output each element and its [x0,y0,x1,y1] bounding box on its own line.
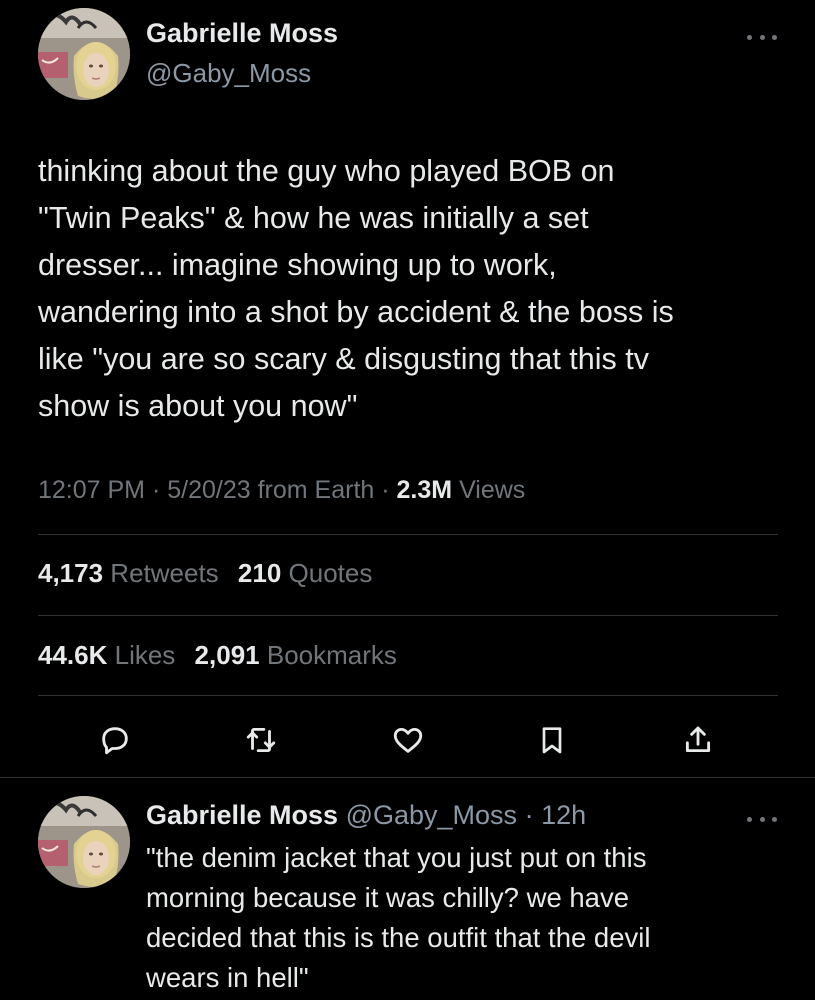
more-options-icon[interactable] [747,32,777,42]
retweet-button[interactable] [239,718,283,762]
divider [38,534,778,535]
reply-time[interactable]: 12h [541,800,586,830]
share-button[interactable] [676,718,720,762]
tweet-text-line: dresser... imagine showing up to work, [38,248,557,282]
avatar-image [38,8,130,100]
tweet-date[interactable]: 5/20/23 [167,476,250,504]
tweet-text: thinking about the guy who played BOB on… [38,148,778,430]
meta-separator: · [145,476,168,504]
like-icon [393,727,423,753]
like-button[interactable] [386,718,430,762]
more-options-icon[interactable] [747,814,777,824]
author-handle[interactable]: @Gaby_Moss [146,58,311,89]
reply-header: Gabrielle Moss @Gaby_Moss · 12h [146,800,586,831]
retweet-icon [246,727,276,753]
tweet-text-line: thinking about the guy who played BOB on [38,154,615,188]
reply-text-line: decided that this is the outfit that the… [146,922,651,953]
views-label: Views [452,476,526,504]
likes-label: Likes [107,640,176,670]
reply-button[interactable] [93,718,137,762]
tweet-source: from Earth [250,476,375,504]
retweets-count: 4,173 [38,558,104,588]
reply-text-line: "the denim jacket that you just put on t… [146,842,647,873]
reply-text-line: wears in hell" [146,962,309,993]
stats-row: 44.6K Likes 2,091 Bookmarks [38,640,409,671]
quotes-stat[interactable]: 210 Quotes [238,558,372,588]
reply-tweet[interactable]: Gabrielle Moss @Gaby_Moss · 12h "the den… [0,778,815,1000]
reply-author-name[interactable]: Gabrielle Moss [146,800,338,830]
reply-text: "the denim jacket that you just put on t… [146,838,786,998]
avatar[interactable] [38,796,130,888]
avatar[interactable] [38,8,130,100]
bookmarks-label: Bookmarks [259,640,397,670]
bookmark-icon [542,727,562,754]
quotes-count: 210 [237,558,282,588]
quotes-label: Quotes [281,558,373,588]
views-count: 2.3M [396,476,453,504]
reply-icon [102,727,128,755]
likes-stat[interactable]: 44.6K Likes [38,640,175,670]
action-bar [0,718,815,768]
retweets-label: Retweets [103,558,219,588]
reply-text-line: morning because it was chilly? we have [146,882,630,913]
divider [38,615,778,616]
tweet-text-line: like "you are so scary & disgusting that… [38,342,649,376]
tweet-text-line: show is about you now" [38,389,358,423]
avatar-image [38,796,130,888]
retweets-stat[interactable]: 4,173 Retweets [38,558,219,588]
bookmarks-count: 2,091 [194,640,260,670]
reply-author-handle[interactable]: @Gaby_Moss [346,800,517,830]
bookmarks-stat[interactable]: 2,091 Bookmarks [195,640,397,670]
meta-separator: · [374,476,397,504]
author-name[interactable]: Gabrielle Moss [146,18,338,49]
bookmark-button[interactable] [530,718,574,762]
share-icon [685,726,711,753]
tweet-text-line: wandering into a shot by accident & the … [38,295,674,329]
divider [38,695,778,696]
stats-row: 4,173 Retweets 210 Quotes [38,558,384,589]
tweet-meta: 12:07 PM · 5/20/23 from Earth · 2.3M Vie… [38,476,525,505]
tweet-time[interactable]: 12:07 PM [38,476,145,504]
tweet-text-line: "Twin Peaks" & how he was initially a se… [38,201,589,235]
reply-separator: · [517,800,542,830]
likes-count: 44.6K [38,640,108,670]
